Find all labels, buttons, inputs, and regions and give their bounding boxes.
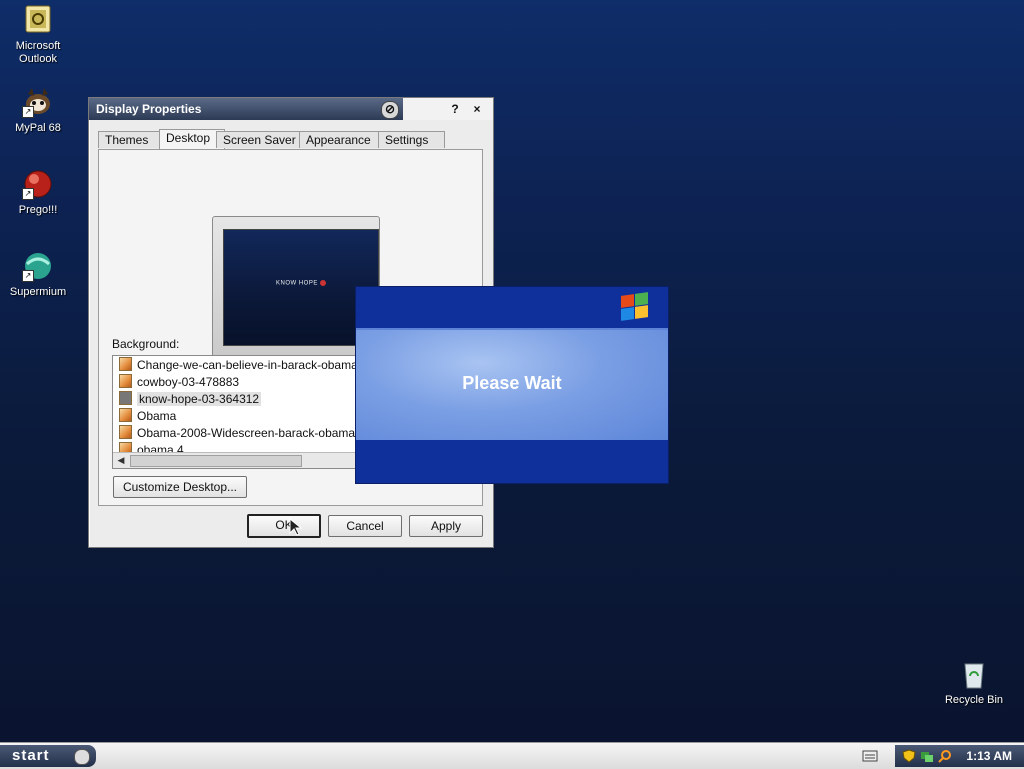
windows-logo-icon [619,292,649,321]
keyboard-icon[interactable] [862,749,878,763]
mouse-cursor-icon [289,518,303,536]
tab-themes[interactable]: Themes [98,131,161,148]
shortcut-arrow-icon: ↗ [22,188,34,200]
desktop-icon-prego[interactable]: ↗ Prego!!! [0,168,76,217]
mypal-icon: ↗ [22,86,54,118]
supermium-icon: ↗ [22,250,54,282]
search-icon[interactable] [938,749,952,763]
taskbar: start 1:13 AM [0,742,1024,769]
desktop-icon-mypal[interactable]: ↗ MyPal 68 [0,86,76,135]
network-icon[interactable] [920,749,934,763]
security-shield-icon[interactable] [902,749,916,763]
tab-screen-saver[interactable]: Screen Saver [216,131,306,148]
apply-button[interactable]: Apply [409,515,483,537]
scroll-left-icon[interactable]: ◀ [115,454,127,466]
start-orb-icon [74,749,90,765]
close-button[interactable]: × [469,101,485,117]
recycle-bin-icon [958,658,990,690]
background-label: Background: [112,337,180,351]
help-button[interactable]: ? [447,101,463,117]
tab-appearance[interactable]: Appearance [299,131,387,148]
image-file-icon [119,374,132,388]
please-wait-message: Please Wait [462,373,562,393]
title-bar[interactable]: Display Properties ⊘ ? × [89,98,493,120]
preview-wallpaper-text: KNOW HOPE [276,280,318,287]
scrollbar-thumb[interactable] [130,455,302,467]
system-tray: 1:13 AM [895,745,1024,767]
prego-icon: ↗ [22,168,54,200]
desktop-icon-label: Prego!!! [18,204,58,216]
image-file-icon [119,391,132,405]
clock[interactable]: 1:13 AM [966,749,1012,763]
window-title: Display Properties [96,102,202,116]
desktop-icon-label: Supermium [9,286,67,298]
background-listbox[interactable]: Change-we-can-believe-in-barack-obama-27… [112,355,364,469]
please-wait-dialog: Please Wait [355,286,669,484]
tab-settings[interactable]: Settings [378,131,445,148]
window-menu-icon[interactable]: ⊘ [381,101,399,119]
desktop: Microsoft Outlook ↗ MyPal 68 ↗ Prego!!! [0,0,1024,742]
ok-button[interactable]: OK [247,514,321,538]
cancel-button[interactable]: Cancel [328,515,402,537]
list-item[interactable]: cowboy-03-478883 [119,374,239,390]
desktop-icon-label: Recycle Bin [944,694,1004,706]
image-file-icon [119,425,132,439]
list-item-selected[interactable]: know-hope-03-364312 [119,391,262,407]
obama-logo-icon [320,280,327,286]
customize-desktop-button[interactable]: Customize Desktop... [113,476,247,498]
desktop-icon-label: Microsoft Outlook [15,40,61,65]
shortcut-arrow-icon: ↗ [22,106,34,118]
desktop-icon-outlook[interactable]: Microsoft Outlook [0,4,76,66]
image-file-icon [119,357,132,371]
image-file-icon [119,408,132,422]
list-item[interactable]: Obama-2008-Widescreen-barack-obama-7388 [119,425,363,441]
list-item[interactable]: Change-we-can-believe-in-barack-obama-27… [119,357,363,373]
start-label: start [12,747,50,764]
shortcut-arrow-icon: ↗ [22,270,34,282]
list-item[interactable]: Obama [119,408,176,424]
outlook-icon [22,4,54,36]
desktop-icon-supermium[interactable]: ↗ Supermium [0,250,76,299]
desktop-icon-label: MyPal 68 [15,122,61,134]
desktop-icon-recycle-bin[interactable]: Recycle Bin [936,658,1012,707]
horizontal-scrollbar[interactable]: ◀ [113,452,363,468]
start-button[interactable]: start [0,745,96,767]
